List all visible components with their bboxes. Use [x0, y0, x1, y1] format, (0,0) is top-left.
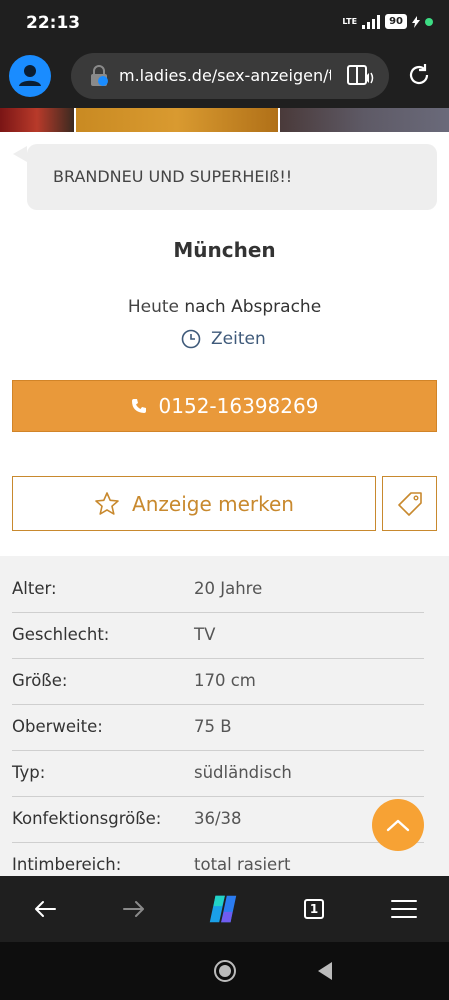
browser-bottom-nav: 1: [0, 876, 449, 942]
url-text: m.ladies.de/sex-anzeigen/t: [119, 66, 331, 85]
detail-value: 20 Jahre: [194, 579, 263, 598]
detail-row: Intimbereich: total rasiert: [12, 842, 424, 876]
availability: Heute nach Absprache: [0, 297, 449, 317]
copilot-button[interactable]: [206, 892, 240, 926]
browser-toolbar: m.ladies.de/sex-anzeigen/t: [0, 46, 449, 108]
star-icon: [95, 491, 119, 515]
ad-headline-bubble: BRANDNEU UND SUPERHEIß!!: [27, 144, 437, 210]
privacy-dot: [425, 17, 433, 26]
detail-value: 36/38: [194, 809, 242, 828]
bubble-tail: [13, 146, 27, 162]
photo-thumbnail[interactable]: [280, 108, 449, 132]
times-link[interactable]: Zeiten: [181, 329, 266, 349]
detail-label: Intimbereich:: [12, 855, 122, 874]
call-button[interactable]: 0152-16398269: [12, 380, 437, 432]
bookmark-ad-label: Anzeige merken: [132, 491, 294, 516]
status-icons: LTE 90: [342, 14, 433, 29]
back-triangle-icon[interactable]: [316, 961, 334, 981]
bookmark-ad-button[interactable]: Anzeige merken: [12, 476, 376, 531]
detail-label: Oberweite:: [12, 717, 103, 736]
detail-value: total rasiert: [194, 855, 291, 874]
profile-icon: [19, 65, 41, 86]
clock-icon: [181, 329, 201, 349]
availability-day: Heute: [127, 297, 179, 317]
scroll-to-top-button[interactable]: [372, 799, 424, 851]
back-arrow-icon: [35, 901, 56, 917]
detail-row: Geschlecht: TV: [12, 612, 424, 659]
network-label: LTE: [342, 17, 358, 26]
detail-value: 75 B: [194, 717, 232, 736]
detail-label: Typ:: [12, 763, 46, 782]
detail-row: Alter: 20 Jahre: [12, 566, 424, 613]
forward-button[interactable]: [117, 892, 151, 926]
detail-value: südländisch: [194, 763, 292, 782]
charging-icon: [412, 15, 420, 28]
status-time: 22:13: [26, 13, 81, 33]
detail-row: Typ: südländisch: [12, 750, 424, 797]
detail-value: 170 cm: [194, 671, 256, 690]
detail-value: TV: [194, 625, 216, 644]
home-icon[interactable]: [213, 959, 237, 983]
reader-mode-icon[interactable]: [346, 64, 374, 88]
back-button[interactable]: [28, 892, 62, 926]
availability-text: nach Absprache: [184, 297, 322, 317]
menu-icon: [391, 900, 417, 918]
ad-city: München: [173, 238, 276, 262]
detail-row: Konfektionsgröße: 36/38: [12, 796, 424, 843]
tabs-button[interactable]: 1: [297, 892, 331, 926]
ad-headline: BRANDNEU UND SUPERHEIß!!: [53, 167, 293, 186]
detail-label: Geschlecht:: [12, 625, 110, 644]
detail-label: Konfektionsgröße:: [12, 809, 162, 828]
photo-strip[interactable]: [0, 108, 449, 132]
phone-number: 0152-16398269: [158, 394, 319, 418]
system-nav-bar: [0, 942, 449, 1000]
status-bar: 22:13 LTE 90: [0, 0, 449, 46]
detail-label: Größe:: [12, 671, 68, 690]
detail-row: Oberweite: 75 B: [12, 704, 424, 751]
phone-icon: [131, 399, 146, 413]
ad-content: BRANDNEU UND SUPERHEIß!! München Heute n…: [0, 132, 449, 876]
copilot-icon: [209, 895, 237, 923]
photo-thumbnail[interactable]: [0, 108, 74, 132]
tag-button[interactable]: [382, 476, 437, 531]
battery-level: 90: [385, 14, 407, 29]
chevron-up-icon: [386, 819, 410, 832]
reload-icon[interactable]: [405, 61, 433, 89]
site-lock-icon: [91, 65, 108, 86]
forward-arrow-icon: [123, 901, 144, 917]
tag-icon: [397, 491, 422, 516]
profile-button[interactable]: [9, 55, 51, 97]
detail-label: Alter:: [12, 579, 57, 598]
address-bar[interactable]: m.ladies.de/sex-anzeigen/t: [71, 53, 389, 99]
photo-thumbnail[interactable]: [76, 108, 278, 132]
tab-count: 1: [304, 899, 324, 919]
signal-icon: [362, 14, 381, 29]
detail-row: Größe: 170 cm: [12, 658, 424, 705]
menu-button[interactable]: [387, 892, 421, 926]
times-link-label: Zeiten: [211, 329, 266, 349]
